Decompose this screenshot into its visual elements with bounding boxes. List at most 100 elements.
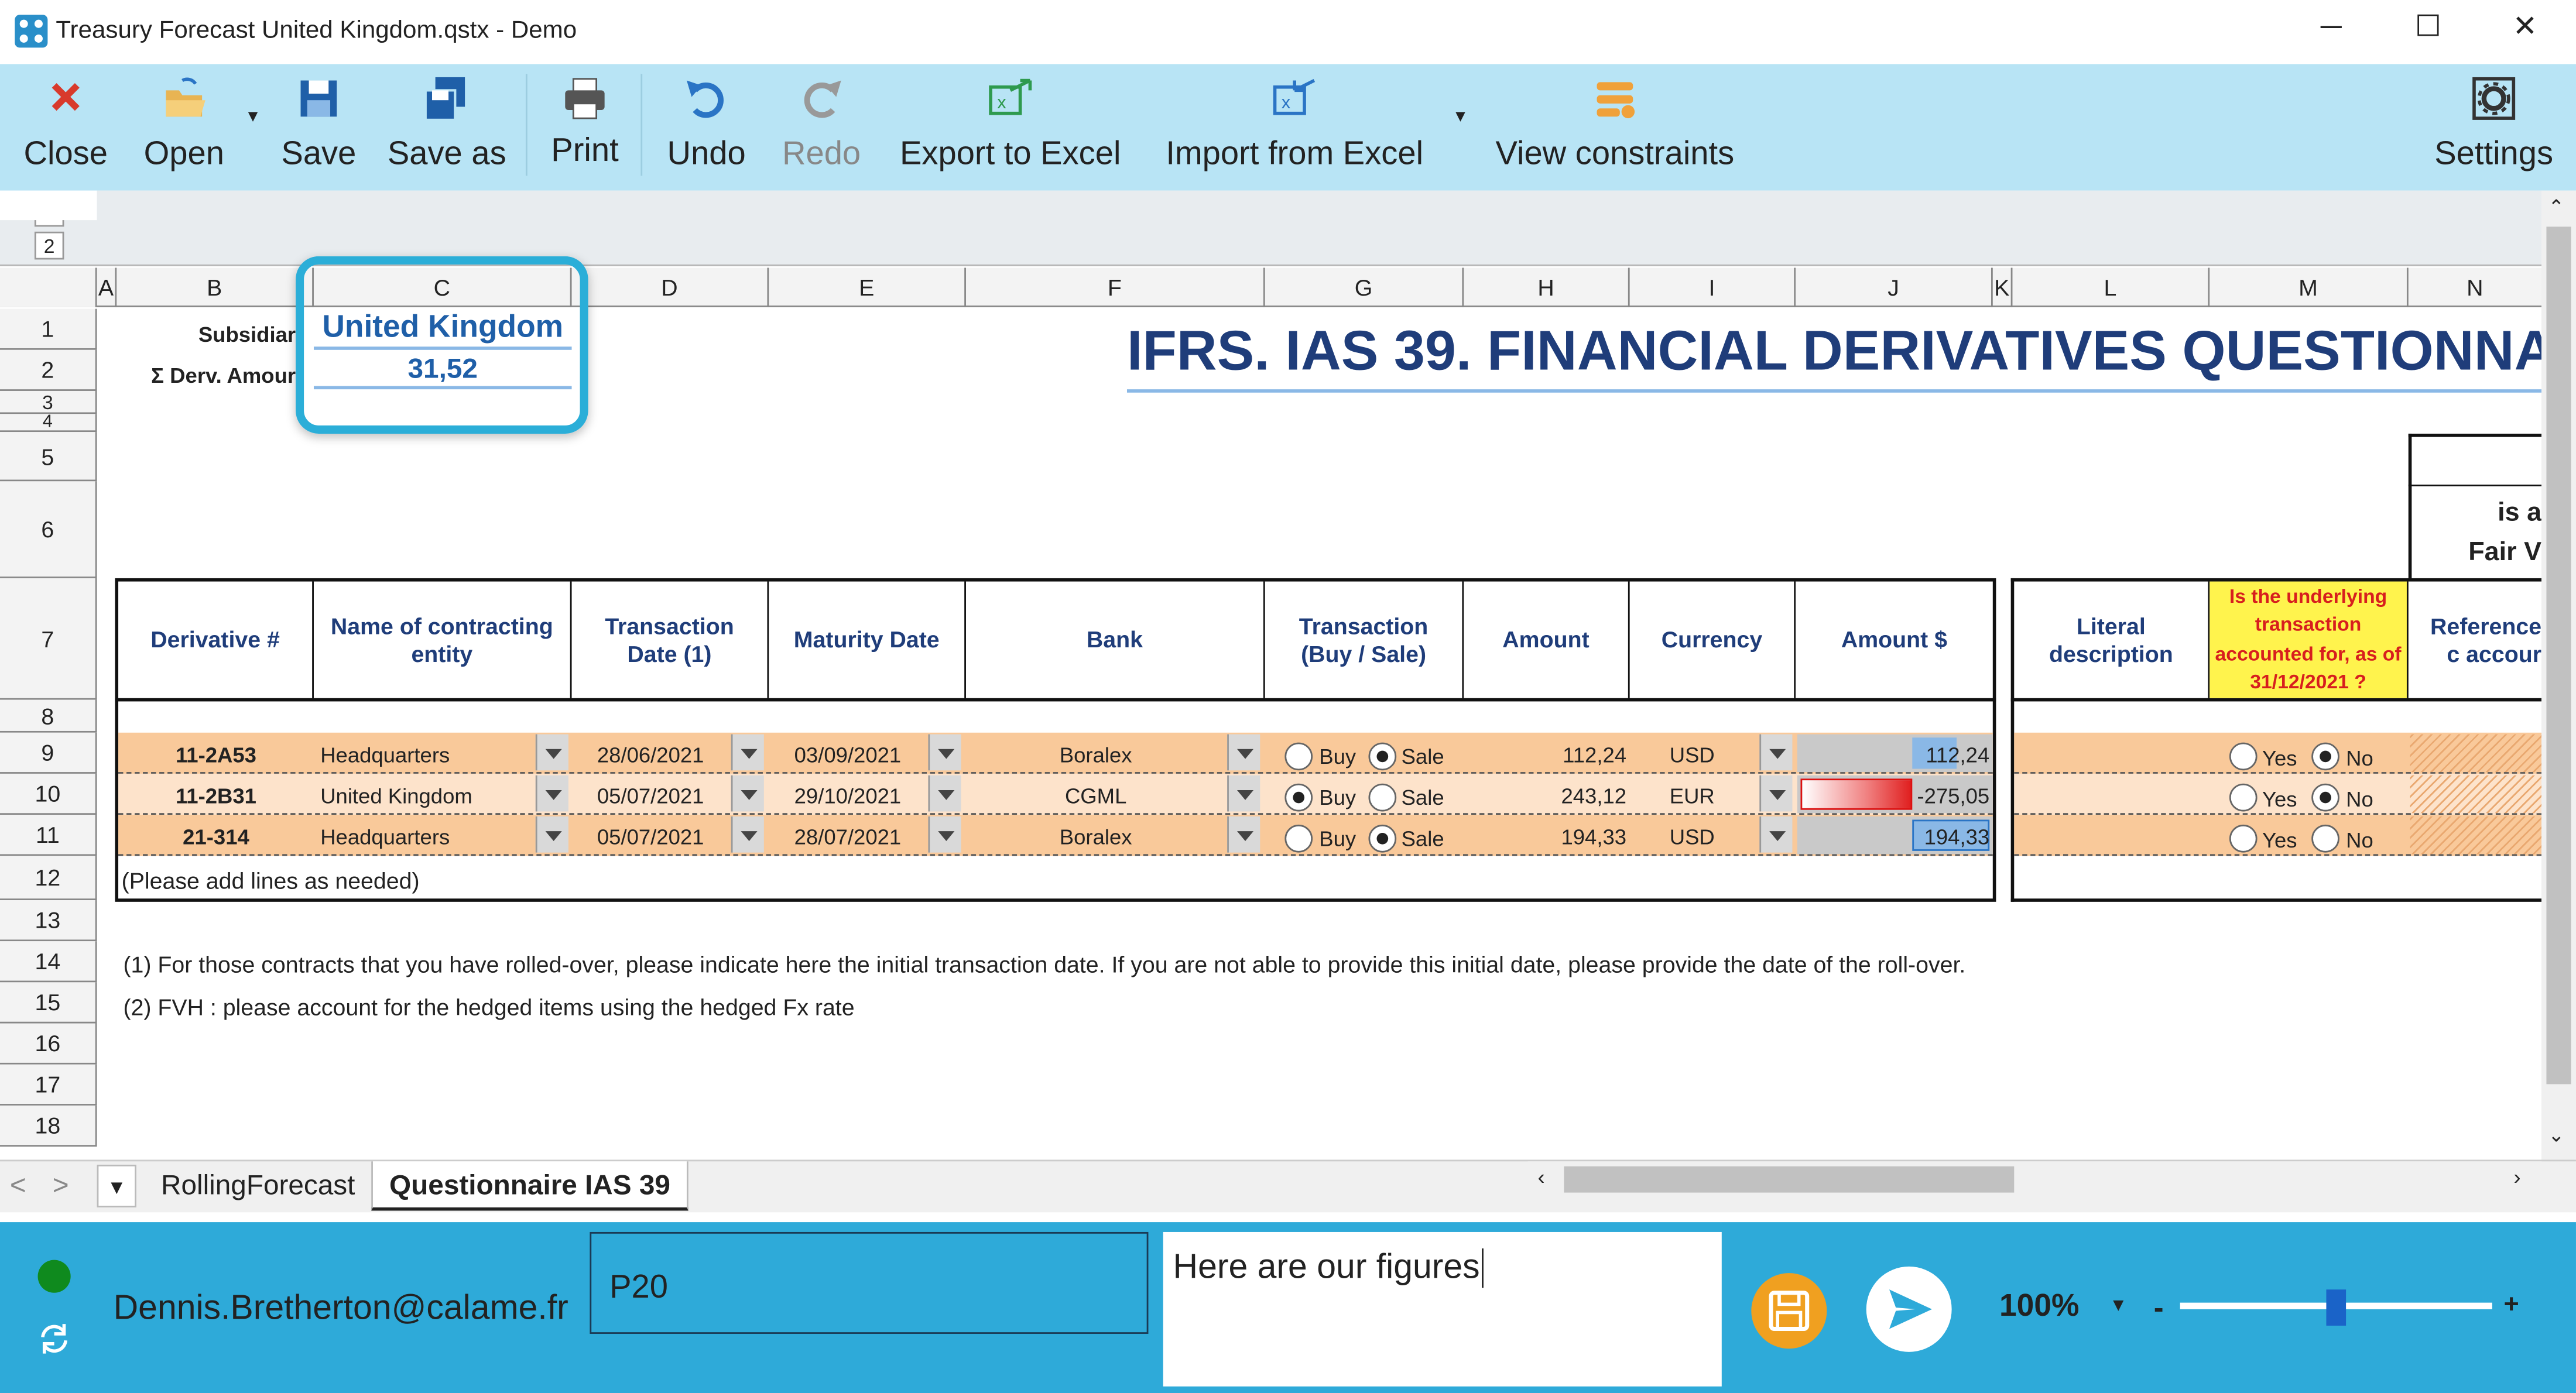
horizontal-scroll-thumb[interactable] <box>1564 1166 2015 1193</box>
save-button[interactable]: Save <box>273 74 365 182</box>
currency-value[interactable]: EUR <box>1630 784 1755 808</box>
row-header-17[interactable]: 17 <box>0 1064 97 1106</box>
row-header-12[interactable]: 12 <box>0 856 97 901</box>
derivative-amount-value[interactable]: 31,52 <box>313 353 572 390</box>
buy-radio[interactable] <box>1284 742 1313 771</box>
export-excel-button[interactable]: x Export to Excel <box>894 74 1127 182</box>
tab-questionnaire-ias39[interactable]: Questionnaire IAS 39 <box>371 1161 688 1211</box>
zoom-plus[interactable]: + <box>2503 1291 2519 1321</box>
group-level-2-button[interactable]: 2 <box>34 231 64 260</box>
col-header-f[interactable]: F <box>966 267 1265 307</box>
tdate-dropdown-icon[interactable] <box>731 734 764 771</box>
row-header-15[interactable]: 15 <box>0 982 97 1024</box>
amount-value[interactable]: 194,33 <box>1464 825 1626 849</box>
zoom-slider-thumb[interactable] <box>2326 1289 2347 1326</box>
save-comment-button[interactable] <box>1751 1273 1827 1349</box>
row-header-2[interactable]: 2 <box>0 349 97 391</box>
maturity-date[interactable]: 28/07/2021 <box>769 825 926 849</box>
bank-dropdown-icon[interactable] <box>1227 775 1260 812</box>
transaction-date[interactable]: 05/07/2021 <box>572 784 729 808</box>
derivative-id[interactable]: 11-2B31 <box>118 784 314 808</box>
tab-rollingforecast[interactable]: RollingForecast <box>145 1161 372 1210</box>
row-header-16[interactable]: 16 <box>0 1023 97 1065</box>
subsidiary-value[interactable]: United Kingdom <box>313 310 572 350</box>
scroll-down-icon[interactable]: ⌄ <box>2548 1124 2564 1147</box>
row-header-1[interactable]: 1 <box>0 308 97 350</box>
entity-dropdown-icon[interactable] <box>535 734 568 771</box>
derivative-id[interactable]: 11-2A53 <box>118 743 314 767</box>
row-header-3[interactable]: 3 <box>0 390 97 414</box>
scroll-up-icon[interactable]: ⌃ <box>2548 195 2564 218</box>
undo-button[interactable]: Undo <box>660 74 752 182</box>
col-header-b[interactable]: B <box>117 267 314 307</box>
yes-radio[interactable] <box>2229 742 2258 771</box>
no-radio[interactable] <box>2311 824 2339 853</box>
no-radio[interactable] <box>2311 783 2339 812</box>
view-constraints-button[interactable]: View constraints <box>1488 74 1741 182</box>
vertical-scrollbar[interactable]: ⌃ ⌄ <box>2541 190 2576 1160</box>
zoom-level[interactable]: 100% <box>1999 1289 2079 1326</box>
row-header-13[interactable]: 13 <box>0 900 97 942</box>
maximize-button[interactable]: ☐ <box>2403 10 2452 44</box>
period-field[interactable]: P20 <box>590 1231 1149 1334</box>
currency-value[interactable]: USD <box>1630 825 1755 849</box>
bank-value[interactable]: Boralex <box>966 825 1225 849</box>
bank-value[interactable]: CGML <box>966 784 1225 808</box>
mdate-dropdown-icon[interactable] <box>928 816 961 853</box>
col-header-l[interactable]: L <box>2012 267 2210 307</box>
tab-list-dropdown[interactable]: ▾ <box>97 1164 136 1207</box>
col-header-k[interactable]: K <box>1993 267 2013 307</box>
col-header-e[interactable]: E <box>769 267 966 307</box>
currency-value[interactable]: USD <box>1630 743 1755 767</box>
transaction-date[interactable]: 05/07/2021 <box>572 825 729 849</box>
mdate-dropdown-icon[interactable] <box>928 775 961 812</box>
entity-dropdown-icon[interactable] <box>535 775 568 812</box>
entity-value[interactable]: Headquarters <box>320 825 534 849</box>
col-header-d[interactable]: D <box>572 267 769 307</box>
row-header-6[interactable]: 6 <box>0 481 97 578</box>
currency-dropdown-icon[interactable] <box>1759 734 1793 771</box>
close-button[interactable]: Close <box>13 74 118 182</box>
import-dropdown-icon[interactable]: ▼ <box>1453 108 1469 126</box>
close-window-button[interactable]: ✕ <box>2500 10 2550 44</box>
amount-value[interactable]: 112,24 <box>1464 743 1626 767</box>
tab-next-button[interactable]: > <box>43 1161 79 1210</box>
send-button[interactable] <box>1866 1266 1952 1352</box>
no-radio[interactable] <box>2311 742 2339 771</box>
col-header-i[interactable]: I <box>1630 267 1796 307</box>
vertical-scroll-thumb[interactable] <box>2546 227 2571 1085</box>
sale-radio[interactable] <box>1368 824 1397 853</box>
import-excel-button[interactable]: x Import from Excel <box>1156 74 1432 182</box>
col-header-n[interactable]: N <box>2409 267 2541 307</box>
col-header-g[interactable]: G <box>1265 267 1464 307</box>
comment-input[interactable]: Here are our figures <box>1163 1231 1722 1387</box>
entity-value[interactable]: Headquarters <box>320 743 534 767</box>
redo-button[interactable]: Redo <box>775 74 867 182</box>
entity-value[interactable]: United Kingdom <box>320 784 534 808</box>
buy-radio[interactable] <box>1284 824 1313 853</box>
corner-cell[interactable] <box>0 267 97 307</box>
row-header-10[interactable]: 10 <box>0 773 97 815</box>
horizontal-scrollbar[interactable]: ‹ › <box>1527 1161 2542 1198</box>
col-header-h[interactable]: H <box>1464 267 1630 307</box>
row-header-4[interactable]: 4 <box>0 413 97 433</box>
bank-dropdown-icon[interactable] <box>1227 816 1260 853</box>
maturity-date[interactable]: 03/09/2021 <box>769 743 926 767</box>
row-header-14[interactable]: 14 <box>0 941 97 983</box>
zoom-minus[interactable]: - <box>2154 1291 2164 1326</box>
tab-prev-button[interactable]: < <box>0 1161 36 1210</box>
scroll-right-icon[interactable]: › <box>2513 1165 2520 1189</box>
tdate-dropdown-icon[interactable] <box>731 816 764 853</box>
tdate-dropdown-icon[interactable] <box>731 775 764 812</box>
minimize-button[interactable]: ─ <box>2307 10 2356 44</box>
maturity-date[interactable]: 29/10/2021 <box>769 784 926 808</box>
yes-radio[interactable] <box>2229 783 2258 812</box>
sale-radio[interactable] <box>1368 783 1397 812</box>
entity-dropdown-icon[interactable] <box>535 816 568 853</box>
row-header-9[interactable]: 9 <box>0 732 97 774</box>
currency-dropdown-icon[interactable] <box>1759 775 1793 812</box>
bank-value[interactable]: Boralex <box>966 743 1225 767</box>
sale-radio[interactable] <box>1368 742 1397 771</box>
yes-radio[interactable] <box>2229 824 2258 853</box>
refresh-icon[interactable] <box>36 1321 73 1357</box>
